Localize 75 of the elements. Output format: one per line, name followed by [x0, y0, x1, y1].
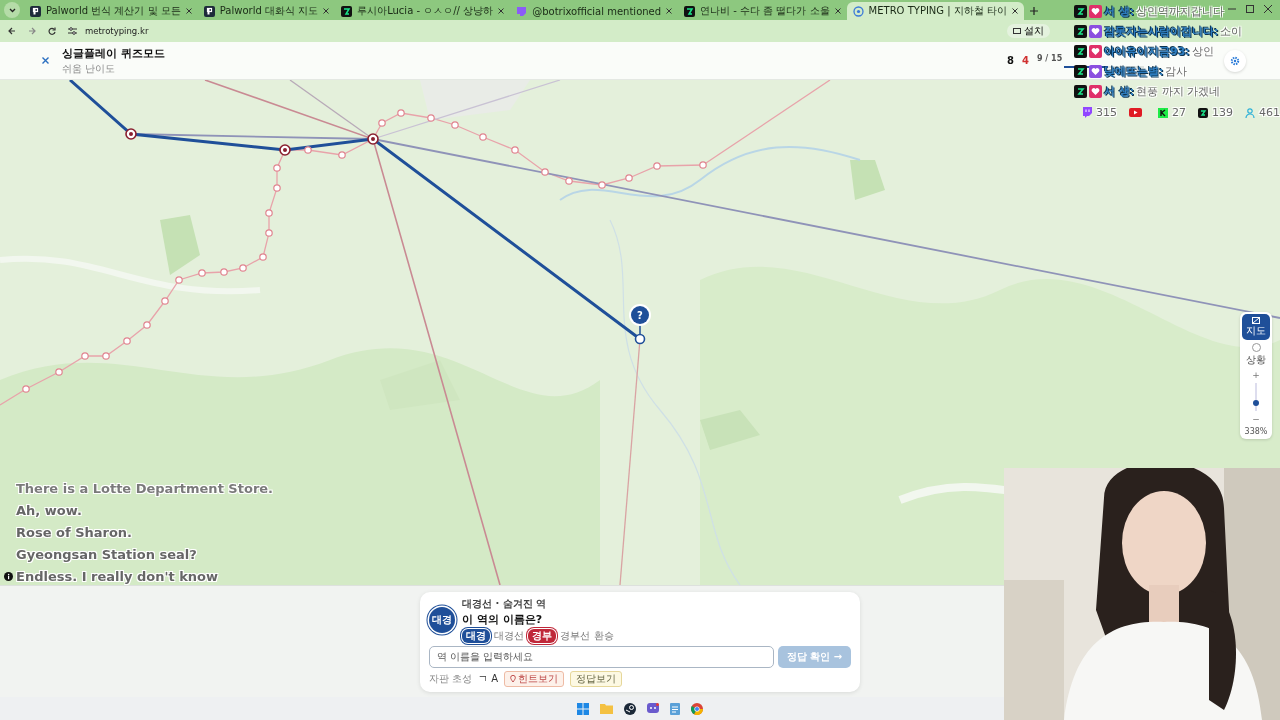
pin-icon — [510, 675, 517, 682]
answer-field[interactable]: 역 이름을 입력하세요 — [429, 645, 774, 668]
line-name: 경부선 — [560, 628, 590, 643]
line-badge: 대경 — [462, 628, 490, 643]
chat-message: 상인 — [1191, 44, 1214, 59]
stream-logo-icon — [1074, 45, 1087, 58]
back-icon[interactable] — [8, 27, 16, 35]
hint-button[interactable]: 힌트보기 — [504, 670, 565, 687]
chat-message: 감사 — [1165, 64, 1188, 79]
question-text: 이 역의 이름은? — [462, 611, 544, 627]
show-answer-button[interactable]: 정답보기 — [570, 670, 623, 687]
stream-logo-icon — [684, 5, 696, 17]
stream-logo-icon — [1074, 25, 1087, 38]
chat-message: 상인역까지갑니다 — [1136, 4, 1225, 19]
transfer-label: 환승 — [594, 628, 614, 643]
line-badge: 경부 — [528, 628, 556, 643]
tab-title: 연나비 - 수다 좀 떨다가 소울 — [700, 4, 830, 18]
close-icon[interactable] — [1264, 5, 1272, 13]
forward-icon[interactable] — [28, 27, 36, 35]
reload-icon[interactable] — [48, 27, 56, 35]
close-icon[interactable] — [185, 8, 192, 14]
browser-tab[interactable]: Palworld 번식 계산기 및 모든 — [24, 2, 198, 20]
close-icon — [41, 57, 49, 64]
chat-username: 서 생: — [1104, 4, 1135, 19]
tab-title: @botrixofficial mentioned — [532, 5, 662, 17]
tab-title: 루시아Lucia - ㅇㅅㅇ// 상냥하 — [357, 4, 494, 18]
chat-username: 낮에뜨는별: — [1104, 64, 1164, 79]
globe-icon — [852, 5, 864, 17]
progress-count: 9 / 15 — [1037, 53, 1063, 63]
game-launcher-icon[interactable] — [624, 702, 636, 715]
score-count: 8 — [1007, 55, 1015, 66]
line-badge: 대경 — [429, 606, 455, 633]
monitor-icon — [1013, 27, 1021, 35]
tab-list-button[interactable] — [4, 2, 20, 18]
line-name: 대경선 — [494, 628, 524, 643]
windows-icon[interactable] — [577, 702, 589, 715]
close-icon[interactable] — [834, 8, 841, 14]
new-tab-icon[interactable] — [1030, 7, 1038, 15]
tab-title: Palworld 번식 계산기 및 모든 — [46, 4, 181, 18]
difficulty-label: 쉬움 난이도 — [62, 61, 117, 76]
settings-icon — [1230, 55, 1240, 66]
keyboard-toggle[interactable]: ㄱ A — [478, 671, 499, 686]
browser-icon[interactable] — [691, 702, 703, 715]
score-count: 4 — [1022, 55, 1029, 66]
line-label: 대경선 · 숨겨진 역 — [462, 596, 548, 611]
browser-tab[interactable]: METRO TYPING | 지하철 타이 — [846, 2, 1024, 20]
settings-button[interactable] — [1224, 49, 1246, 72]
letter-logo-icon — [30, 5, 41, 17]
install-button[interactable]: 설치 — [1007, 24, 1050, 38]
site-settings-icon[interactable] — [68, 27, 77, 35]
close-icon[interactable] — [666, 8, 673, 14]
maximize-icon[interactable] — [1246, 5, 1254, 13]
browser-tab[interactable]: 연나비 - 수다 좀 떨다가 소울 — [678, 2, 847, 20]
browser-tab[interactable]: Palworld 대화식 지도 — [197, 2, 336, 20]
keyboard-label: 자판 초성 — [429, 671, 473, 686]
letter-logo-icon — [203, 5, 215, 17]
close-icon[interactable] — [323, 8, 330, 14]
close-icon[interactable] — [498, 8, 505, 14]
page-title: 싱글플레이 퀴즈모드 — [62, 45, 165, 61]
chat-message: 소이 — [1220, 24, 1243, 39]
url-text[interactable]: metrotyping.kr — [85, 26, 149, 36]
caret-icon — [8, 7, 16, 13]
notepad-icon[interactable] — [670, 702, 680, 715]
stream-logo-icon — [341, 5, 353, 17]
chat-username: 아이유이지금93: — [1104, 44, 1190, 59]
browser-tab[interactable]: @botrixofficial mentioned — [510, 2, 679, 20]
chat-username: 잠못자는사람이접니다: — [1104, 24, 1219, 39]
tab-title: METRO TYPING | 지하철 타이 — [868, 4, 1007, 18]
stream-logo-icon — [1074, 5, 1087, 18]
chat-app-icon[interactable] — [647, 702, 659, 715]
browser-tab[interactable]: 루시아Lucia - ㅇㅅㅇ// 상냥하 — [335, 2, 511, 20]
tab-title: Palworld 대화식 지도 — [219, 4, 319, 18]
stream-logo-icon — [1074, 65, 1087, 78]
close-icon[interactable] — [1012, 8, 1018, 14]
chat-logo-icon — [516, 5, 528, 17]
